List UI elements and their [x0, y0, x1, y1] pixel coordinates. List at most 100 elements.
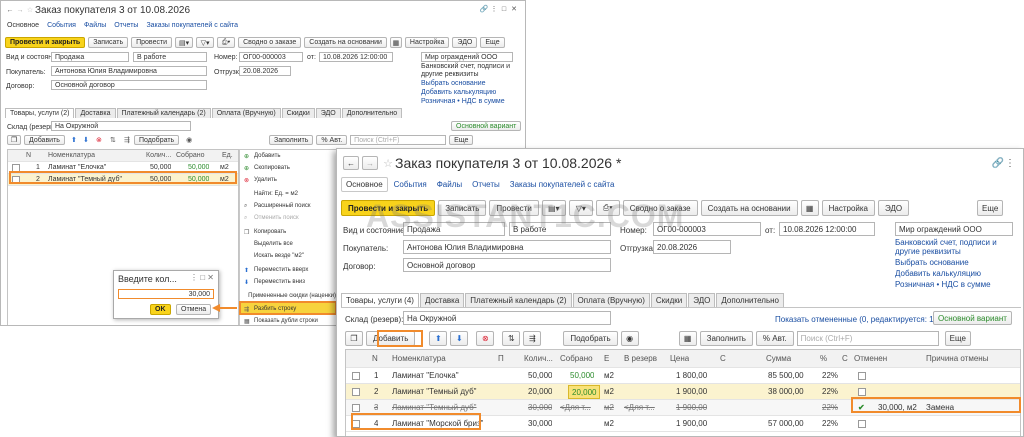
delete-icon[interactable]: ⊗ — [476, 331, 495, 346]
cancelled-checkbox[interactable] — [858, 387, 866, 396]
grid-icon[interactable]: ▦ — [389, 37, 402, 48]
nav-link-main[interactable]: Основное — [7, 22, 39, 29]
shipment-field[interactable]: 20.08.2026 — [239, 66, 291, 76]
tab-payment-calendar[interactable]: Платежный календарь (2) — [116, 108, 211, 118]
main-variant-button[interactable]: Основной вариант — [933, 311, 1012, 325]
link-icon[interactable]: 🔗 — [991, 158, 1005, 169]
auto-percent-button[interactable]: % Авт. — [755, 331, 794, 346]
tab-payment-calendar[interactable]: Платежный календарь (2) — [465, 293, 572, 307]
state-field[interactable]: В работе — [133, 52, 207, 62]
eye-icon[interactable]: ◉ — [182, 136, 196, 144]
retail-vat-link[interactable]: Розничная • НДС в сумме — [421, 98, 505, 105]
date-field[interactable]: 10.08.2026 12:00:00 — [319, 52, 393, 62]
tab-discounts[interactable]: Скидки — [650, 293, 688, 307]
nav-link-site-orders[interactable]: Заказы покупателей с сайта — [146, 22, 238, 29]
write-button[interactable]: Записать — [88, 37, 129, 48]
printer-icon[interactable]: ⎙▾ — [595, 200, 620, 216]
menu-item-cancel-search[interactable]: ⌕ Отменить поиск — [240, 212, 336, 224]
link-icon[interactable]: 🔗 — [479, 5, 489, 13]
organization-field[interactable]: Мир ограждений ООО — [895, 222, 1013, 236]
copy-icon[interactable]: ❐ — [7, 135, 21, 145]
tab-additional[interactable]: Дополнительно — [716, 293, 784, 307]
date-field[interactable]: 10.08.2026 12:00:00 — [779, 222, 875, 236]
settings-button[interactable]: Настройка — [404, 37, 450, 48]
edo-button[interactable]: ЭДО — [452, 37, 478, 48]
split-icon[interactable]: ⇶ — [523, 331, 542, 346]
choose-basis-link[interactable]: Выбрать основание — [895, 258, 969, 267]
menu-item-copy[interactable]: ❐ Копировать — [240, 226, 336, 238]
row-checkbox[interactable] — [352, 403, 360, 412]
print-menu-icon[interactable]: ▤▾ — [541, 200, 566, 216]
menu-item-move-up[interactable]: ⬆ Переместить вверх — [240, 264, 336, 276]
split-icon[interactable]: ⇶ — [120, 136, 134, 144]
table-more-button[interactable]: Еще — [449, 135, 474, 145]
add-calculation-link[interactable]: Добавить калькуляцию — [421, 89, 496, 96]
fill-button[interactable]: Заполнить — [699, 331, 753, 346]
sort-icon[interactable]: ⇅ — [502, 331, 521, 346]
menu-item-find[interactable]: Найти: Ед. = м2 — [240, 188, 336, 200]
create-basis-button[interactable]: Создать на основании — [700, 200, 798, 216]
tab-delivery[interactable]: Доставка — [75, 108, 116, 118]
close-icon[interactable]: ✕ — [509, 5, 519, 13]
post-and-close-button[interactable]: Провести и закрыть — [5, 37, 86, 48]
customer-field[interactable]: Антонова Юлия Владимировна — [403, 240, 611, 254]
nav-link-events[interactable]: События — [394, 180, 427, 189]
tab-additional[interactable]: Дополнительно — [341, 108, 403, 118]
nav-link-reports[interactable]: Отчеты — [114, 22, 138, 29]
back-arrow-icon[interactable]: ← — [343, 156, 359, 170]
contract-field[interactable]: Основной договор — [51, 80, 207, 90]
warehouse-field[interactable]: На Окружной — [51, 121, 191, 131]
create-basis-button[interactable]: Создать на основании — [304, 37, 387, 48]
cancelled-checkbox[interactable] — [858, 419, 866, 428]
fill-button[interactable]: Заполнить — [269, 135, 314, 145]
favorite-star-icon[interactable]: ☆ — [25, 6, 35, 14]
delete-icon[interactable]: ⊗ — [92, 136, 106, 144]
post-and-close-button[interactable]: Провести и закрыть — [341, 200, 436, 216]
table-search-input[interactable]: Поиск (Ctrl+F) — [796, 331, 939, 346]
more-icon[interactable]: ⋮ — [489, 5, 499, 13]
nav-link-events[interactable]: События — [47, 22, 76, 29]
grid-icon[interactable]: ▦ — [800, 200, 819, 216]
more-icon[interactable]: ⋮ — [1005, 158, 1015, 169]
nav-link-files[interactable]: Файлы — [437, 180, 462, 189]
menu-item-select-all[interactable]: Выделить все — [240, 238, 336, 250]
more-button[interactable]: Еще — [480, 37, 505, 48]
sort-icon[interactable]: ⇅ — [106, 136, 120, 144]
show-cancelled-link[interactable]: Показать отмененные (0, редактируется: 1… — [775, 315, 936, 324]
tab-goods[interactable]: Товары, услуги (2) — [5, 108, 75, 118]
quantity-input[interactable]: 30,000 — [118, 289, 214, 299]
nav-link-reports[interactable]: Отчеты — [472, 180, 500, 189]
row-checkbox[interactable] — [352, 387, 360, 396]
dialog-ok-button[interactable]: OK — [150, 304, 171, 315]
order-info-button[interactable]: Сводно о заказе — [622, 200, 698, 216]
menu-item-advanced-search[interactable]: ⌕ Расширенный поиск — [240, 200, 336, 212]
menu-item-delete[interactable]: ⊗ Удалить — [240, 174, 336, 186]
type-field[interactable]: Продажа — [403, 222, 505, 236]
tab-goods[interactable]: Товары, услуги (4) — [341, 293, 419, 307]
menu-item-copy-row[interactable]: ⊕ Скопировать — [240, 162, 336, 174]
move-down-icon[interactable]: ⬇ — [80, 136, 92, 144]
choose-basis-link[interactable]: Выбрать основание — [421, 80, 486, 87]
organization-field[interactable]: Мир ограждений ООО — [421, 52, 513, 62]
settings-button[interactable]: Настройка — [821, 200, 876, 216]
copy-icon[interactable]: ❐ — [345, 331, 363, 346]
menu-item-search-everywhere[interactable]: Искать везде "м2" — [240, 250, 336, 262]
tab-payment[interactable]: Оплата (Вручную) — [211, 108, 281, 118]
menu-item-show-duplicates[interactable]: ▦ Показать дубли строки — [240, 315, 336, 325]
contract-field[interactable]: Основной договор — [403, 258, 611, 272]
move-up-icon[interactable]: ⬆ — [68, 136, 80, 144]
nav-link-main[interactable]: Основное — [341, 177, 388, 192]
forward-arrow-icon[interactable]: → — [15, 7, 25, 14]
warehouse-field[interactable]: На Окружной — [403, 311, 611, 325]
post-button[interactable]: Провести — [131, 37, 173, 48]
eye-icon[interactable]: ◉ — [620, 331, 639, 346]
bank-details-link[interactable]: Банковский счет, подписи и другие реквиз… — [421, 63, 521, 79]
barcode-icon[interactable]: ▦ — [678, 331, 697, 346]
bank-details-link[interactable]: Банковский счет, подписи и другие реквиз… — [895, 238, 1021, 256]
tab-payment[interactable]: Оплата (Вручную) — [572, 293, 650, 307]
tab-edo[interactable]: ЭДО — [315, 108, 341, 118]
menu-item-add[interactable]: ⊕ Добавить — [240, 150, 336, 162]
nav-link-site-orders[interactable]: Заказы покупателей с сайта — [510, 180, 615, 189]
move-up-icon[interactable]: ⬆ — [429, 331, 448, 346]
nav-link-files[interactable]: Файлы — [84, 22, 106, 29]
